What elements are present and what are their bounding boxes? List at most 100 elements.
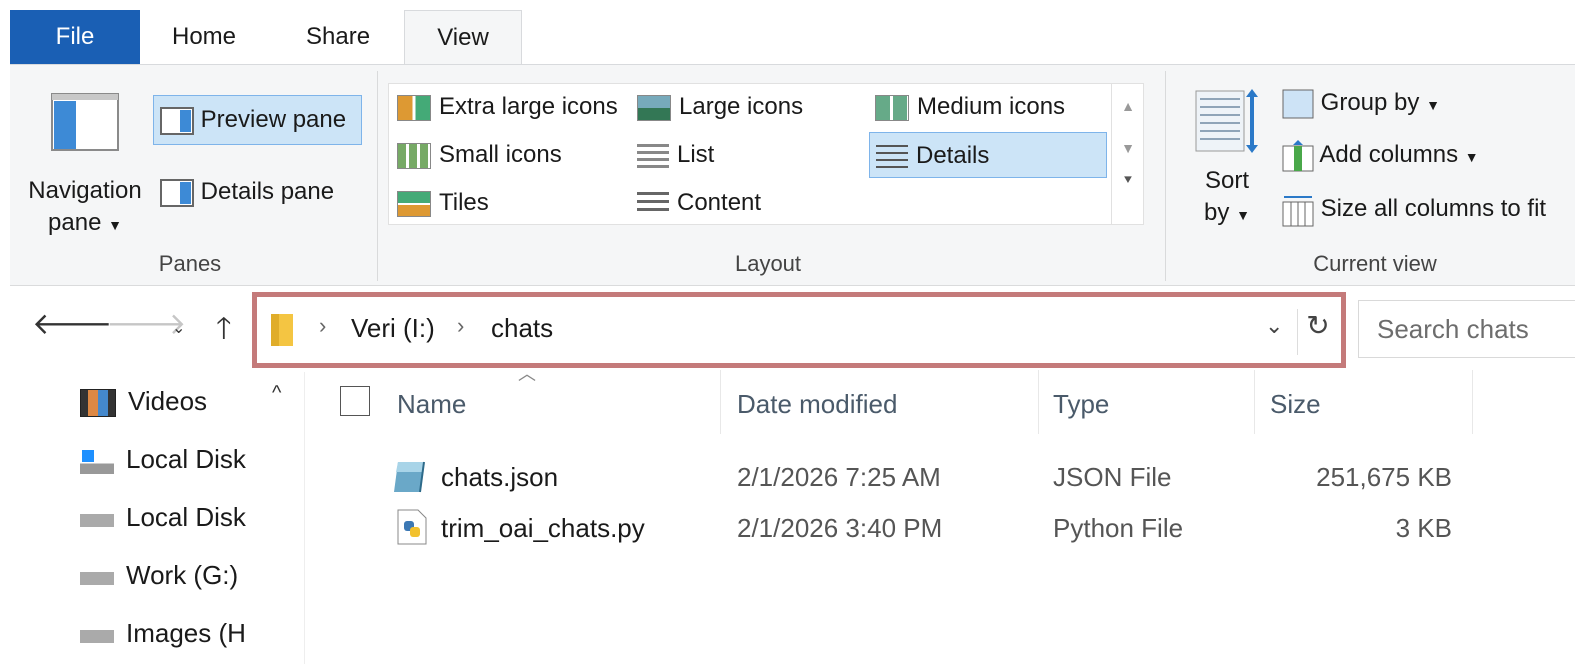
file-name: chats.json (441, 462, 559, 492)
group-by-button[interactable]: Group by ▼ (1282, 83, 1440, 123)
layout-item-label: Extra large icons (439, 93, 618, 120)
ribbon-tab-bar: File Home Share View (0, 0, 1575, 65)
group-label-current-view: Current view (1313, 251, 1437, 276)
nav-item-local-disk-c[interactable]: Local Disk (80, 430, 246, 488)
size-all-columns-button[interactable]: Size all columns to fit (1282, 189, 1546, 229)
drive-icon (80, 622, 114, 649)
gallery-expand-icon[interactable]: ⯆ (1112, 172, 1144, 189)
nav-item-videos[interactable]: Videos (80, 372, 207, 430)
preview-pane-button[interactable]: Preview pane (153, 95, 362, 145)
add-columns-label: Add columns (1319, 141, 1459, 168)
layout-tiles[interactable]: Tiles (397, 180, 489, 226)
sort-icon (1195, 89, 1258, 153)
content-icon (637, 191, 669, 216)
layout-item-label: Tiles (439, 189, 489, 216)
file-type: Python File (1053, 513, 1184, 543)
layout-item-label: List (677, 141, 715, 168)
breadcrumb-drive[interactable]: Veri (I:) (351, 313, 435, 344)
layout-medium-icons[interactable]: Medium icons (875, 84, 1065, 130)
tiles-icon (397, 190, 431, 217)
medium-icons-icon (875, 94, 909, 121)
dropdown-arrow-icon: ▼ (1426, 97, 1440, 113)
layout-list[interactable]: List (637, 132, 714, 178)
column-header-size[interactable]: Size (1270, 383, 1321, 433)
layout-extra-large-icons[interactable]: Extra large icons (397, 84, 618, 130)
layout-item-label: Small icons (439, 141, 562, 168)
file-size: 3 KB (1395, 513, 1452, 543)
layout-item-label: Content (677, 189, 762, 216)
layout-gallery: Extra large icons Large icons Medium ico… (388, 83, 1144, 225)
tab-home[interactable]: Home (140, 10, 268, 64)
back-arrow-icon[interactable]: 🡐 (32, 306, 112, 342)
layout-details[interactable]: Details (869, 132, 1107, 178)
refresh-icon[interactable]: ↻ (1297, 309, 1338, 355)
recent-locations-icon[interactable]: ⌄ (172, 318, 185, 338)
address-bar[interactable]: › Veri (I:) › chats ⌄ ↻ (252, 292, 1346, 368)
folder-icon (271, 314, 293, 346)
scroll-down-icon[interactable]: ▼ (1112, 140, 1144, 156)
file-row[interactable]: chats.json 2/1/2026 7:25 AM JSON File 25… (330, 452, 1510, 502)
group-label-layout: Layout (734, 251, 802, 276)
search-input[interactable]: Search chats (1358, 300, 1575, 358)
layout-large-icons[interactable]: Large icons (637, 84, 803, 130)
group-label-panes: Panes (158, 251, 222, 276)
nav-item-label: Images (H (126, 618, 246, 648)
sort-ascending-icon: ︿ (518, 364, 536, 384)
sort-by-button[interactable]: Sort by ▼ (1190, 83, 1264, 243)
size-columns-icon (1282, 195, 1314, 227)
extra-large-icons-icon (397, 94, 431, 121)
column-separator[interactable] (1472, 370, 1473, 434)
tab-view[interactable]: View (404, 10, 522, 65)
column-header-type[interactable]: Type (1053, 383, 1109, 433)
add-columns-icon (1282, 139, 1314, 172)
drive-icon (80, 506, 114, 533)
details-pane-icon (160, 178, 194, 207)
up-arrow-icon[interactable]: 🡑 (216, 306, 232, 357)
file-row[interactable]: trim_oai_chats.py 2/1/2026 3:40 PM Pytho… (330, 503, 1510, 553)
file-type: JSON File (1053, 462, 1172, 492)
sort-label-2: by (1204, 199, 1230, 226)
drive-icon (80, 564, 114, 591)
nav-item-local-disk[interactable]: Local Disk (80, 488, 246, 546)
dropdown-arrow-icon: ▼ (1236, 207, 1250, 223)
python-file-icon (397, 509, 427, 545)
breadcrumb-folder[interactable]: chats (491, 313, 553, 344)
column-header-date-modified[interactable]: Date modified (737, 383, 897, 433)
nav-item-label: Videos (128, 386, 208, 416)
column-header-name[interactable]: Name (397, 383, 466, 433)
file-date: 2/1/2026 3:40 PM (737, 513, 943, 543)
layout-content[interactable]: Content (637, 180, 761, 226)
layout-item-label: Medium icons (917, 93, 1066, 120)
dropdown-arrow-icon: ▼ (108, 217, 122, 233)
group-by-icon (1282, 89, 1314, 119)
windows-drive-icon (80, 448, 114, 475)
breadcrumb-chevron-icon[interactable]: › (319, 313, 326, 339)
videos-icon (80, 389, 116, 418)
scroll-up-icon[interactable]: ▲ (1112, 98, 1144, 114)
layout-item-label: Details (916, 142, 990, 169)
navigation-pane-label-2: pane (48, 209, 102, 236)
tab-share[interactable]: Share (274, 10, 402, 64)
nav-item-images[interactable]: Images (H (80, 604, 246, 662)
group-by-label: Group by (1320, 89, 1420, 116)
tab-file[interactable]: File (10, 10, 140, 64)
dropdown-arrow-icon: ▼ (1464, 149, 1479, 165)
preview-pane-icon (160, 106, 194, 135)
gallery-scroll: ▲ ▼ ⯆ (1111, 84, 1144, 224)
add-columns-button[interactable]: Add columns ▼ (1282, 135, 1479, 175)
file-name: trim_oai_chats.py (441, 513, 645, 543)
layout-small-icons[interactable]: Small icons (397, 132, 562, 178)
navigation-pane-button[interactable]: Navigation pane ▼ (20, 87, 150, 247)
select-all-checkbox[interactable] (340, 386, 370, 416)
column-separator[interactable] (1254, 370, 1255, 434)
nav-item-label: Local Disk (126, 502, 246, 532)
nav-item-work[interactable]: Work (G:) (80, 546, 238, 604)
details-pane-button[interactable]: Details pane (160, 169, 334, 215)
address-dropdown-icon[interactable]: ⌄ (1265, 313, 1283, 339)
large-icons-icon (637, 94, 671, 121)
nav-item-label: Local Disk (126, 444, 246, 474)
column-separator[interactable] (1038, 370, 1039, 434)
nav-scroll-up-icon[interactable]: ^ (272, 382, 281, 405)
column-separator[interactable] (720, 370, 721, 434)
breadcrumb-chevron-icon[interactable]: › (457, 313, 464, 339)
